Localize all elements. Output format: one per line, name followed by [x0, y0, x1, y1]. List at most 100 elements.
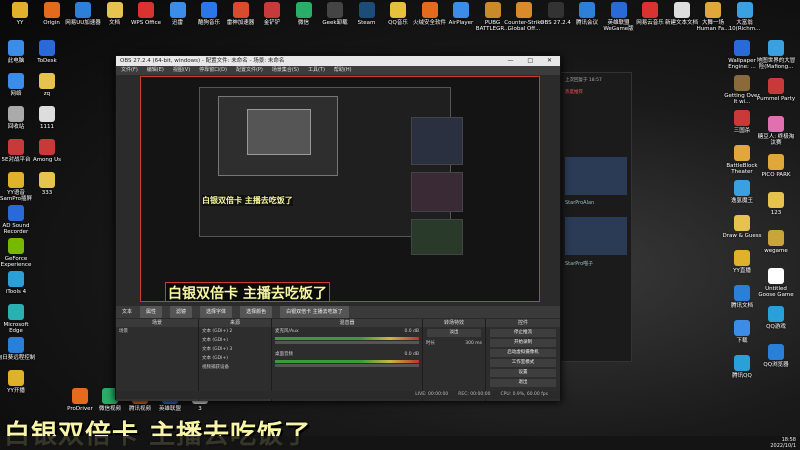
scene-item[interactable]: 场景 [116, 327, 198, 336]
stream-thumbnail[interactable] [565, 157, 627, 195]
shortcut-label: 下载 [736, 338, 748, 344]
desktop-shortcut[interactable]: 大富翁10(Richm... [725, 2, 765, 32]
shortcut-label: ProDriver [67, 406, 93, 412]
filters-button[interactable]: 滤镜 [170, 306, 193, 318]
source-item[interactable]: 文本 (GDI+) 2 [199, 327, 271, 336]
system-clock[interactable]: 18:58 2022/10/1 [770, 437, 796, 449]
text-value-field[interactable]: 白银双倍卡 主播去吃饭了 [280, 306, 349, 318]
menu-docks[interactable]: 停靠窗口(D) [199, 66, 227, 75]
mixer-title: 混音器 [272, 319, 422, 327]
desktop-shortcut[interactable]: Microsoft Edge [0, 304, 36, 334]
shortcut-label: 腾讯文档 [730, 303, 753, 309]
app-icon [264, 2, 280, 18]
desktop-shortcut[interactable]: AD Sound Recorder [0, 205, 36, 235]
app-icon [768, 116, 784, 132]
stream-thumbnail-title[interactable]: StarProAlan [561, 199, 631, 207]
desktop-shortcut[interactable]: 123 [756, 192, 796, 216]
desktop-shortcut[interactable]: 向日葵远程控制 [0, 337, 36, 361]
select-font-button[interactable]: 选择字体 [200, 306, 233, 318]
desktop-shortcut[interactable]: 地图世界的大冒险(Mafiong... [756, 40, 796, 70]
window-controls[interactable]: — □ ✕ [507, 56, 558, 66]
source-item[interactable]: 文本 (GDI+) [199, 354, 271, 363]
desktop-shortcut[interactable]: YY开播 [0, 370, 36, 394]
desktop-shortcut[interactable]: PICO PARK [756, 154, 796, 178]
properties-button[interactable]: 属性 [140, 306, 163, 318]
stop-streaming-button[interactable]: 停止推流 [490, 329, 556, 337]
stream-thumbnail-title[interactable]: StarPro喵子 [561, 259, 631, 268]
rec-timer: REC: 00:00:00 [458, 392, 491, 397]
desktop-shortcut[interactable]: QQ浏览器 [756, 344, 796, 368]
menu-file[interactable]: 文件(F) [121, 66, 138, 75]
recommend-label[interactable]: 热度推荐 [561, 87, 631, 97]
menu-view[interactable]: 视图(V) [173, 66, 190, 75]
preview-caption: 白银双倍卡 主播去吃饭了 [165, 282, 330, 301]
settings-button[interactable]: 设置 [490, 369, 556, 377]
app-icon [39, 139, 55, 155]
audio-meter [275, 360, 419, 363]
menu-tools[interactable]: 工具(T) [308, 66, 325, 75]
virtual-camera-button[interactable]: 启动虚拟摄像机 [490, 349, 556, 357]
desktop-shortcut[interactable]: 333 [27, 172, 67, 196]
app-icon [8, 370, 24, 386]
shortcut-label: 微信 [297, 20, 309, 26]
desktop-shortcut[interactable]: 1111 [27, 106, 67, 130]
app-icon [736, 2, 753, 18]
exit-button[interactable]: 退出 [490, 379, 556, 387]
stream-thumbnail[interactable] [565, 217, 627, 255]
desktop-shortcut[interactable]: iTools 4 [0, 271, 36, 295]
volume-slider[interactable] [275, 341, 419, 344]
menu-edit[interactable]: 编辑(E) [147, 66, 164, 75]
desktop-shortcut[interactable]: zq [27, 73, 67, 97]
select-color-button[interactable]: 选择颜色 [240, 306, 273, 318]
nested-caption: 白银双倍卡 主播去吃饭了 [202, 195, 293, 206]
live-stream-window[interactable]: 上次回复于 18:57 热度推荐 StarProAlan StarPro喵子 [560, 72, 632, 362]
desktop-shortcut[interactable]: Among Us [27, 139, 67, 163]
shortcut-label: zq [43, 91, 51, 97]
menu-help[interactable]: 帮助(H) [334, 66, 352, 75]
app-icon [39, 40, 55, 56]
shortcut-label: AD Sound Recorder [2, 223, 30, 235]
shortcut-label: YY直播 [733, 268, 751, 274]
taskbar: 18:58 2022/10/1 [0, 436, 800, 450]
preview-thumb [411, 117, 463, 165]
menu-profile[interactable]: 配置文件(P) [236, 66, 263, 75]
desktop-shortcut[interactable]: 糖豆人: 终极淘汰赛 [756, 116, 796, 146]
desktop-shortcut[interactable]: QQ游戏 [756, 306, 796, 330]
studio-mode-button[interactable]: 工作室模式 [490, 359, 556, 367]
shortcut-label: 文档 [108, 20, 120, 26]
menu-scene-collection[interactable]: 场景集合(S) [272, 66, 299, 75]
desktop-shortcut[interactable]: Untitled Goose Game [756, 268, 796, 298]
shortcut-label: QQ浏览器 [763, 362, 789, 368]
start-recording-button[interactable]: 开始录制 [490, 339, 556, 347]
desktop-shortcut[interactable]: ToDesk [27, 40, 67, 64]
app-icon [12, 2, 28, 18]
source-item[interactable]: 文本 (GDI+) 3 [199, 345, 271, 354]
desktop-shortcut[interactable]: wegame [756, 230, 796, 254]
app-icon [358, 2, 375, 18]
app-icon [295, 2, 312, 18]
app-icon [734, 355, 750, 371]
obs-titlebar[interactable]: OBS 27.2.4 (64-bit, windows) - 配置文件: 未命名… [116, 56, 560, 66]
shortcut-label: 腾讯视频 [128, 406, 151, 412]
duration-field[interactable]: 300 ms [465, 340, 482, 347]
shortcut-label: AirPlayer [448, 20, 474, 26]
duration-label: 时长 [426, 341, 435, 346]
shortcut-label: QQ游戏 [766, 324, 786, 330]
app-icon [768, 192, 784, 208]
live-timer: LIVE: 00:00:00 [415, 392, 449, 397]
obs-title: OBS 27.2.4 (64-bit, windows) - 配置文件: 未命名… [120, 58, 285, 64]
obs-window[interactable]: OBS 27.2.4 (64-bit, windows) - 配置文件: 未命名… [115, 55, 561, 401]
shortcut-label: wegame [764, 248, 788, 254]
desktop-shortcut[interactable]: Pummel Party [756, 78, 796, 102]
volume-slider[interactable] [275, 364, 419, 367]
source-item[interactable]: 文本 (GDI+) [199, 336, 271, 345]
shortcut-label: Microsoft Edge [3, 322, 29, 334]
source-item[interactable]: 视频捕获设备 [199, 363, 271, 372]
transition-type-select[interactable]: 淡出 [427, 329, 481, 337]
shortcut-label: 向日葵远程控制 [0, 355, 36, 361]
desktop-shortcut[interactable]: GeForce Experience [0, 238, 36, 268]
shortcut-label: ToDesk [37, 58, 57, 64]
obs-preview-canvas[interactable]: 白银双倍卡 主播去吃饭了 白银双倍卡 主播去吃饭了 [140, 76, 540, 302]
app-icon [8, 337, 24, 353]
app-icon [579, 2, 595, 18]
